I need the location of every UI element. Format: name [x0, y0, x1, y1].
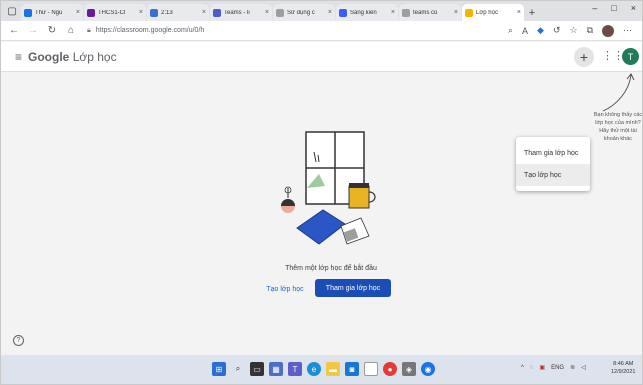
tray-app-icon[interactable]: ▣	[539, 364, 545, 371]
more-menu-icon[interactable]: ⋯	[623, 25, 632, 36]
pointer-arrow	[602, 73, 635, 112]
tray-chevron-icon[interactable]: ^	[521, 365, 524, 371]
browser-tab[interactable]: Sử dụng c ×	[273, 4, 335, 21]
maximize-button[interactable]: □	[611, 3, 616, 13]
browser-toolbar: ← → ↻ ⌂ 🔒︎ https://classroom.google.com/…	[1, 21, 642, 41]
classroom-logo[interactable]: Google Lớp học	[28, 50, 117, 64]
empty-state-text: Thêm một lớp học để bắt đầu	[285, 265, 377, 272]
app-icon[interactable]: ◈	[402, 362, 416, 376]
empty-state-illustration	[281, 131, 376, 245]
add-class-button[interactable]: +	[574, 47, 594, 67]
notepad-icon[interactable]	[364, 362, 378, 376]
browser-tab[interactable]: Teams - li ×	[210, 4, 272, 21]
task-view-icon[interactable]: ▭	[250, 362, 264, 376]
tab-favicon-icon	[339, 8, 347, 17]
browser-tab[interactable]: Thư - Ngu ×	[21, 4, 83, 21]
tab-close-icon[interactable]: ×	[139, 9, 143, 16]
tray-lang[interactable]: ENG	[551, 365, 564, 371]
window-menu-icon[interactable]: ▢	[3, 2, 21, 20]
address-bar[interactable]: 🔒︎ https://classroom.google.com/u/0/h	[83, 23, 508, 38]
close-button[interactable]: ×	[631, 3, 636, 13]
tab-close-icon[interactable]: ×	[76, 9, 80, 16]
browser-tab[interactable]: Lớp học ×	[462, 4, 524, 21]
favorites-icon[interactable]: ☆	[569, 25, 577, 36]
clock-time: 8:46 AM	[613, 361, 634, 367]
tab-favicon-icon	[276, 8, 284, 17]
zoom-icon[interactable]: ⌕	[508, 25, 513, 36]
reload-icon[interactable]: ↻	[45, 25, 59, 36]
add-class-menu: Tham gia lớp học Tạo lớp học	[516, 137, 590, 191]
forward-icon[interactable]: →	[26, 25, 40, 36]
tab-strip: ▢ Thư - Ngu × THCS1-Cl × 2:13 × Teams - li × Sử …	[1, 1, 642, 21]
edge-icon[interactable]: e	[307, 362, 321, 376]
profile-avatar[interactable]	[602, 24, 614, 37]
app-header: ≡ Google Lớp học	[1, 42, 642, 72]
account-avatar[interactable]: T	[622, 48, 639, 65]
help-icon[interactable]: ?	[13, 335, 24, 346]
product-name: Lớp học	[72, 49, 117, 64]
url-text: https://classroom.google.com/u/0/h	[95, 27, 205, 34]
account-hint-text: Bạn không thấy các lớp học của mình? Hãy…	[593, 112, 643, 142]
tab-title: teams củ	[413, 9, 438, 16]
tab-title: Sử dụng c	[287, 9, 315, 16]
google-apps-icon[interactable]: ⋮⋮	[602, 49, 624, 62]
tab-close-icon[interactable]: ×	[265, 9, 269, 16]
wifi-icon[interactable]: ≋	[570, 364, 575, 371]
widgets-icon[interactable]: ▦	[269, 362, 283, 376]
google-logo-text: Google	[28, 49, 70, 64]
lock-icon: 🔒︎	[87, 26, 91, 34]
browser-app-icon[interactable]: ◉	[421, 362, 435, 376]
hamburger-menu-icon[interactable]: ≡	[15, 50, 22, 64]
browser-tab[interactable]: Sáng kiến ×	[336, 4, 398, 21]
tab-title: THCS1-Cl	[98, 9, 126, 16]
tray-network-icon[interactable]: ◌	[530, 365, 534, 371]
join-class-button[interactable]: Tham gia lớp học	[315, 279, 391, 297]
system-tray: ^ ◌ ▣ ENG ≋ ◁	[521, 364, 586, 372]
tab-title: 2:13	[161, 9, 173, 16]
browser-window: ▢ Thư - Ngu × THCS1-Cl × 2:13 × Teams - li × Sử …	[0, 0, 643, 385]
tab-title: Teams - li	[224, 9, 250, 16]
tab-close-icon[interactable]: ×	[517, 9, 521, 16]
menu-item-join-class[interactable]: Tham gia lớp học	[516, 142, 590, 164]
tab-title: Lớp học	[476, 9, 498, 16]
tab-favicon-icon	[402, 8, 410, 17]
browser-tab[interactable]: THCS1-Cl ×	[84, 4, 146, 21]
tab-favicon-icon	[213, 8, 221, 17]
start-icon[interactable]: ⊞	[212, 362, 226, 376]
create-class-button[interactable]: Tạo lớp học	[261, 281, 309, 297]
extension-icon[interactable]: ◆	[537, 25, 544, 36]
tab-title: Sáng kiến	[350, 9, 377, 16]
browser-tab[interactable]: 2:13 ×	[147, 4, 209, 21]
refresh-icon[interactable]: ↺	[553, 25, 561, 36]
tab-title: Thư - Ngu	[35, 9, 63, 16]
tab-favicon-icon	[24, 8, 32, 17]
store-icon[interactable]: ◙	[345, 362, 359, 376]
file-explorer-icon[interactable]: ▬	[326, 362, 340, 376]
back-icon[interactable]: ←	[7, 25, 21, 36]
browser-tab[interactable]: teams củ ×	[399, 4, 461, 21]
read-aloud-icon[interactable]: A	[522, 26, 528, 36]
clock-date: 12/9/2021	[611, 369, 636, 375]
new-tab-button[interactable]: +	[525, 4, 539, 21]
toolbar-actions: ⌕ A ◆ ↺ ☆ ⧉ ⋯	[508, 24, 632, 37]
tab-close-icon[interactable]: ×	[202, 9, 206, 16]
minimize-button[interactable]: –	[592, 3, 597, 13]
window-controls: – □ ×	[592, 3, 636, 13]
tab-close-icon[interactable]: ×	[391, 9, 395, 16]
tab-close-icon[interactable]: ×	[454, 9, 458, 16]
home-icon[interactable]: ⌂	[64, 25, 78, 36]
chrome-icon[interactable]: ●	[383, 362, 397, 376]
tab-close-icon[interactable]: ×	[328, 9, 332, 16]
tab-favicon-icon	[150, 8, 158, 17]
tab-favicon-icon	[465, 8, 473, 17]
menu-item-create-class[interactable]: Tạo lớp học	[516, 164, 590, 186]
volume-icon[interactable]: ◁	[581, 364, 586, 371]
search-icon[interactable]: ⌕	[231, 362, 245, 376]
taskbar-icons: ⊞ ⌕ ▭ ▦ T e ▬ ◙ ● ◈ ◉	[212, 362, 435, 376]
teams-icon[interactable]: T	[288, 362, 302, 376]
collections-icon[interactable]: ⧉	[587, 25, 593, 36]
taskbar-clock[interactable]: 8:46 AM 12/9/2021	[611, 360, 635, 376]
tab-favicon-icon	[87, 8, 95, 17]
